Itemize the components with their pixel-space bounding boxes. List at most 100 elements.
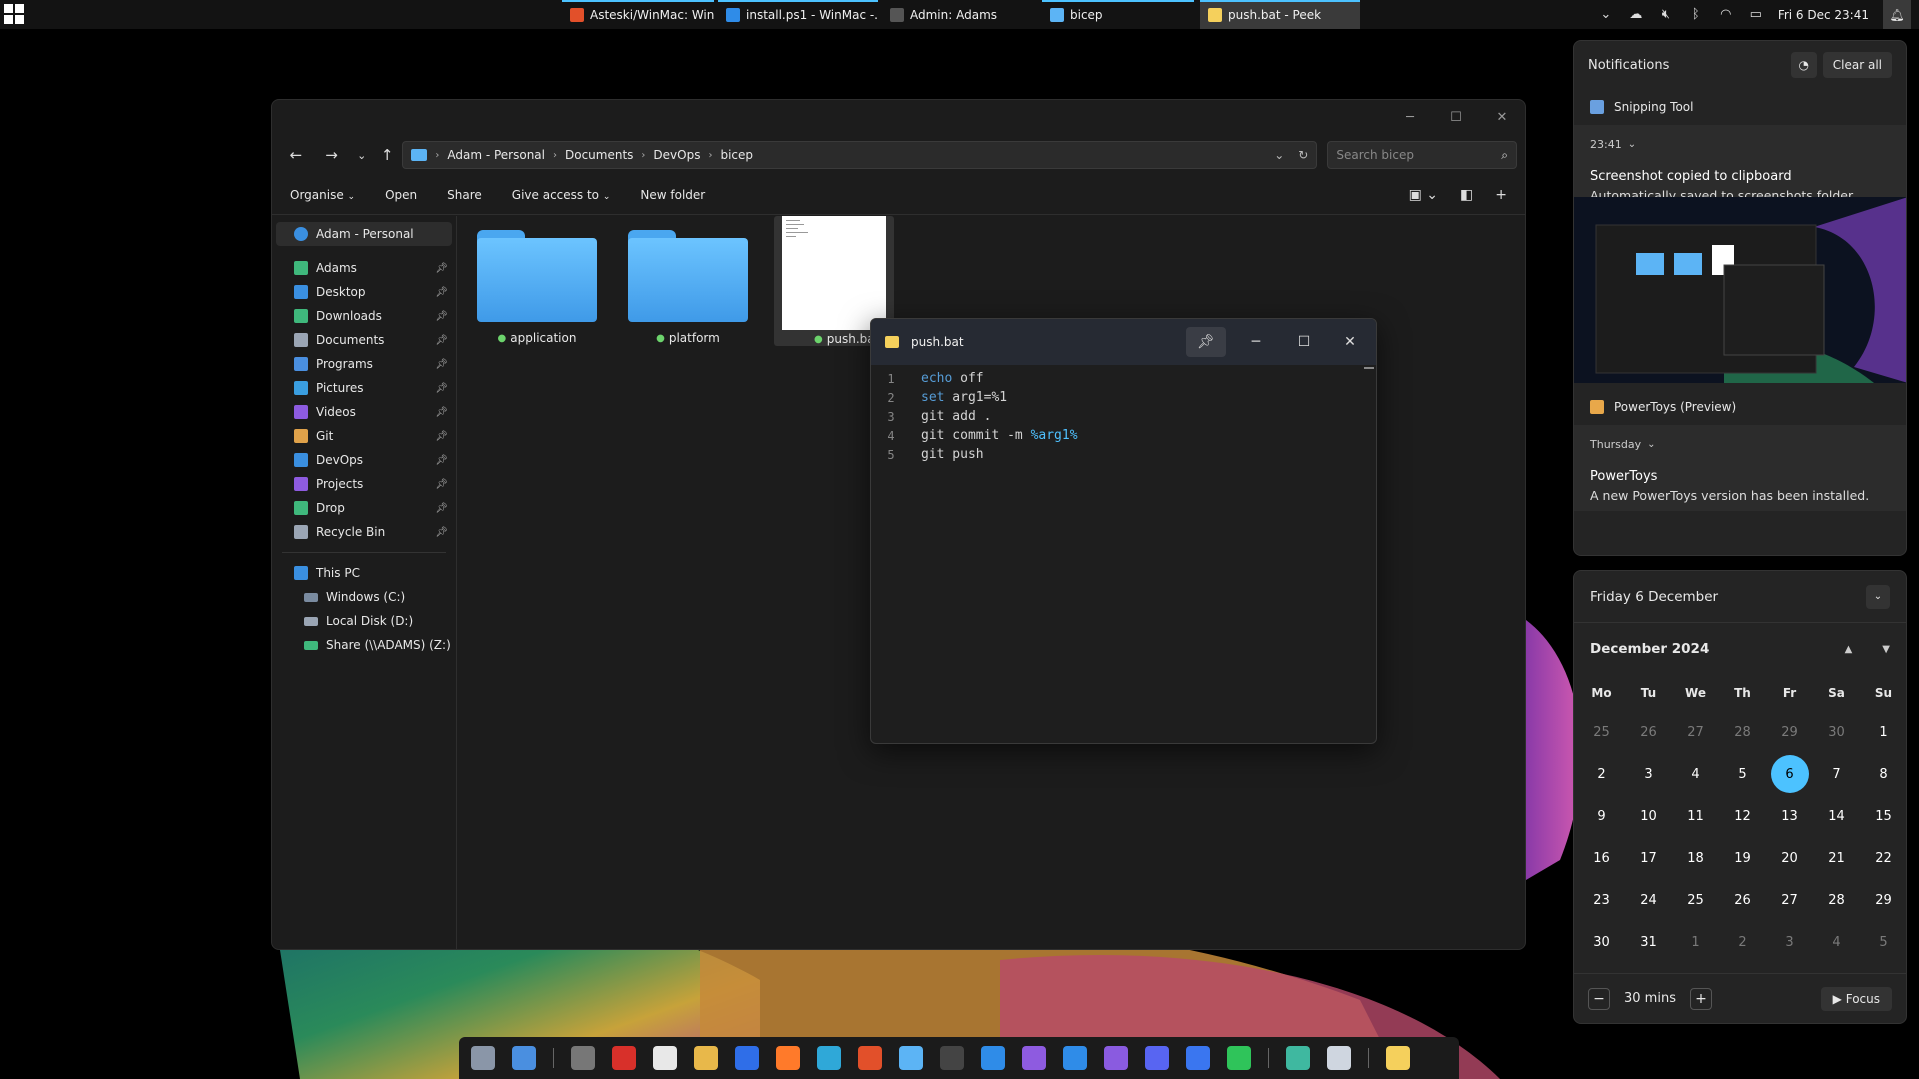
close-button[interactable]: ✕ xyxy=(1479,100,1525,135)
collapse-chevron-icon[interactable]: ⌄ xyxy=(1866,584,1890,609)
sidebar-item-this-pc[interactable]: This PC xyxy=(272,561,456,585)
brave-icon[interactable] xyxy=(858,1046,882,1070)
increase-focus-button[interactable]: + xyxy=(1689,987,1712,1010)
calendar-day-today[interactable]: 6 xyxy=(1766,753,1813,795)
sidebar-item-devops[interactable]: DevOps 📌︎ xyxy=(272,448,456,472)
address-bar[interactable]: › Adam - Personal › Documents › DevOps ›… xyxy=(402,141,1318,169)
sidebar-item-downloads[interactable]: Downloads 📌︎ xyxy=(272,304,456,328)
open-button[interactable]: Open xyxy=(385,188,417,202)
calendar-day[interactable]: 1 xyxy=(1672,921,1719,963)
clear-all-button[interactable]: Clear all xyxy=(1822,52,1892,78)
clock[interactable]: Fri 6 Dec 23:41 xyxy=(1778,8,1869,22)
breadcrumb-item[interactable]: DevOps xyxy=(653,148,700,162)
recent-locations-chevron-icon[interactable]: ⌄ xyxy=(351,140,372,170)
scrollbar[interactable] xyxy=(1364,367,1374,379)
vscode-icon[interactable] xyxy=(981,1046,1005,1070)
sidebar-item-videos[interactable]: Videos 📌︎ xyxy=(272,400,456,424)
up-arrow-icon[interactable]: ↑ xyxy=(376,140,398,170)
calendar-day[interactable]: 22 xyxy=(1860,837,1906,879)
messenger-icon[interactable] xyxy=(1104,1046,1128,1070)
calendar-day[interactable]: 27 xyxy=(1766,879,1813,921)
calendar-day[interactable]: 15 xyxy=(1860,795,1906,837)
sidebar-item-git[interactable]: Git 📌︎ xyxy=(272,424,456,448)
bluetooth-icon[interactable]: ᛒ xyxy=(1688,7,1704,22)
search-input[interactable]: Search bicep ⌕ xyxy=(1327,141,1518,169)
explorer-title-bar[interactable]: ─ ☐ ✕ xyxy=(272,100,1525,135)
focus-button[interactable]: ▶ Focus xyxy=(1820,986,1892,1011)
calendar-day[interactable]: 28 xyxy=(1813,879,1860,921)
calendar-day[interactable]: 7 xyxy=(1813,753,1860,795)
calendar-day[interactable]: 28 xyxy=(1719,711,1766,753)
maximize-button[interactable]: ☐ xyxy=(1433,100,1479,135)
sidebar-item-drop[interactable]: Drop 📌︎ xyxy=(272,496,456,520)
file-explorer-icon[interactable] xyxy=(899,1046,923,1070)
organise-button[interactable]: Organise ⌄ xyxy=(290,188,355,202)
calendar-day[interactable]: 16 xyxy=(1578,837,1625,879)
volume-muted-icon[interactable]: 🔇︎ xyxy=(1658,7,1674,22)
sidebar-item-projects[interactable]: Projects 📌︎ xyxy=(272,472,456,496)
calendar-day[interactable]: 11 xyxy=(1672,795,1719,837)
calendar-day[interactable]: 9 xyxy=(1578,795,1625,837)
top-task-peek[interactable]: push.bat - Peek xyxy=(1200,0,1360,29)
onedrive-icon[interactable]: ☁ xyxy=(1628,7,1644,22)
back-arrow-icon[interactable]: ← xyxy=(280,140,312,170)
calendar-day[interactable]: 1 xyxy=(1860,711,1906,753)
wifi-icon[interactable]: ◠ xyxy=(1718,7,1734,22)
bitwarden-icon[interactable] xyxy=(735,1046,759,1070)
calendar-day[interactable]: 25 xyxy=(1578,711,1625,753)
battery-icon[interactable]: ▭ xyxy=(1748,7,1764,22)
calendar-day[interactable]: 19 xyxy=(1719,837,1766,879)
calendar-day[interactable]: 3 xyxy=(1625,753,1672,795)
sidebar-item-adams[interactable]: Adams 📌︎ xyxy=(272,256,456,280)
sidebar-item-drive[interactable]: Windows (C:) xyxy=(272,585,456,609)
notification-time[interactable]: 23:41 ⌄ xyxy=(1590,133,1890,155)
close-button[interactable]: ✕ xyxy=(1330,327,1370,357)
calendar-day[interactable]: 13 xyxy=(1766,795,1813,837)
view-options-icon[interactable]: ▣ ⌄ xyxy=(1409,187,1438,203)
calendar-day[interactable]: 31 xyxy=(1625,921,1672,963)
breadcrumb-item[interactable]: bicep xyxy=(720,148,753,162)
pin-icon[interactable]: 📌︎ xyxy=(1186,327,1226,357)
downloads-folder-icon[interactable] xyxy=(1286,1046,1310,1070)
notification-card[interactable]: 23:41 ⌄ Screenshot copied to clipboard Au… xyxy=(1574,125,1906,203)
sidebar-item-pictures[interactable]: Pictures 📌︎ xyxy=(272,376,456,400)
sidebar-item-recycle-bin[interactable]: Recycle Bin 📌︎ xyxy=(272,520,456,544)
calendar-day[interactable]: 30 xyxy=(1578,921,1625,963)
give-access-button[interactable]: Give access to ⌄ xyxy=(512,188,611,202)
whatsapp-icon[interactable] xyxy=(1227,1046,1251,1070)
calendar-day[interactable]: 2 xyxy=(1719,921,1766,963)
calendar-day[interactable]: 20 xyxy=(1766,837,1813,879)
calendar-day[interactable]: 10 xyxy=(1625,795,1672,837)
calendar-day[interactable]: 30 xyxy=(1813,711,1860,753)
snipping-icon[interactable] xyxy=(571,1046,595,1070)
calendar-day[interactable]: 14 xyxy=(1813,795,1860,837)
previous-month-arrow-icon[interactable]: ▲ xyxy=(1845,644,1853,655)
calendar-day[interactable]: 27 xyxy=(1672,711,1719,753)
remote-desktop-icon[interactable] xyxy=(1063,1046,1087,1070)
calendar-day[interactable]: 29 xyxy=(1860,879,1906,921)
new-folder-button[interactable]: New folder xyxy=(640,188,705,202)
minimize-button[interactable]: ─ xyxy=(1236,327,1276,357)
decrease-focus-button[interactable]: − xyxy=(1588,987,1610,1010)
month-title[interactable]: December 2024 xyxy=(1590,641,1709,657)
folder-item-application[interactable]: ● application xyxy=(477,220,597,345)
calendar-day[interactable]: 26 xyxy=(1719,879,1766,921)
recycle-bin-icon[interactable] xyxy=(1327,1046,1351,1070)
notification-time[interactable]: Thursday ⌄ xyxy=(1590,433,1890,455)
calendar-day[interactable]: 18 xyxy=(1672,837,1719,879)
sidebar-item-programs[interactable]: Programs 📌︎ xyxy=(272,352,456,376)
calendar-day[interactable]: 3 xyxy=(1766,921,1813,963)
refresh-icon[interactable]: ↻ xyxy=(1298,148,1308,162)
top-task-explorer[interactable]: bicep xyxy=(1042,0,1194,29)
screenshot-thumbnail[interactable] xyxy=(1574,197,1906,383)
sidebar-item-drive[interactable]: Share (\\ADAMS) (Z:) xyxy=(272,633,456,657)
paint-icon[interactable] xyxy=(694,1046,718,1070)
calendar-day[interactable]: 24 xyxy=(1625,879,1672,921)
notification-card[interactable]: Thursday ⌄ PowerToys A new PowerToys vers… xyxy=(1574,425,1906,511)
top-task-vscode[interactable]: install.ps1 - WinMac -... xyxy=(718,0,878,29)
sidebar-item-onedrive[interactable]: Adam - Personal xyxy=(276,222,452,246)
forward-arrow-icon[interactable]: → xyxy=(316,140,348,170)
calendar-day[interactable]: 25 xyxy=(1672,879,1719,921)
top-task-brave[interactable]: Asteski/WinMac: Win... xyxy=(562,0,714,29)
folder-item-platform[interactable]: ● platform xyxy=(628,220,748,345)
